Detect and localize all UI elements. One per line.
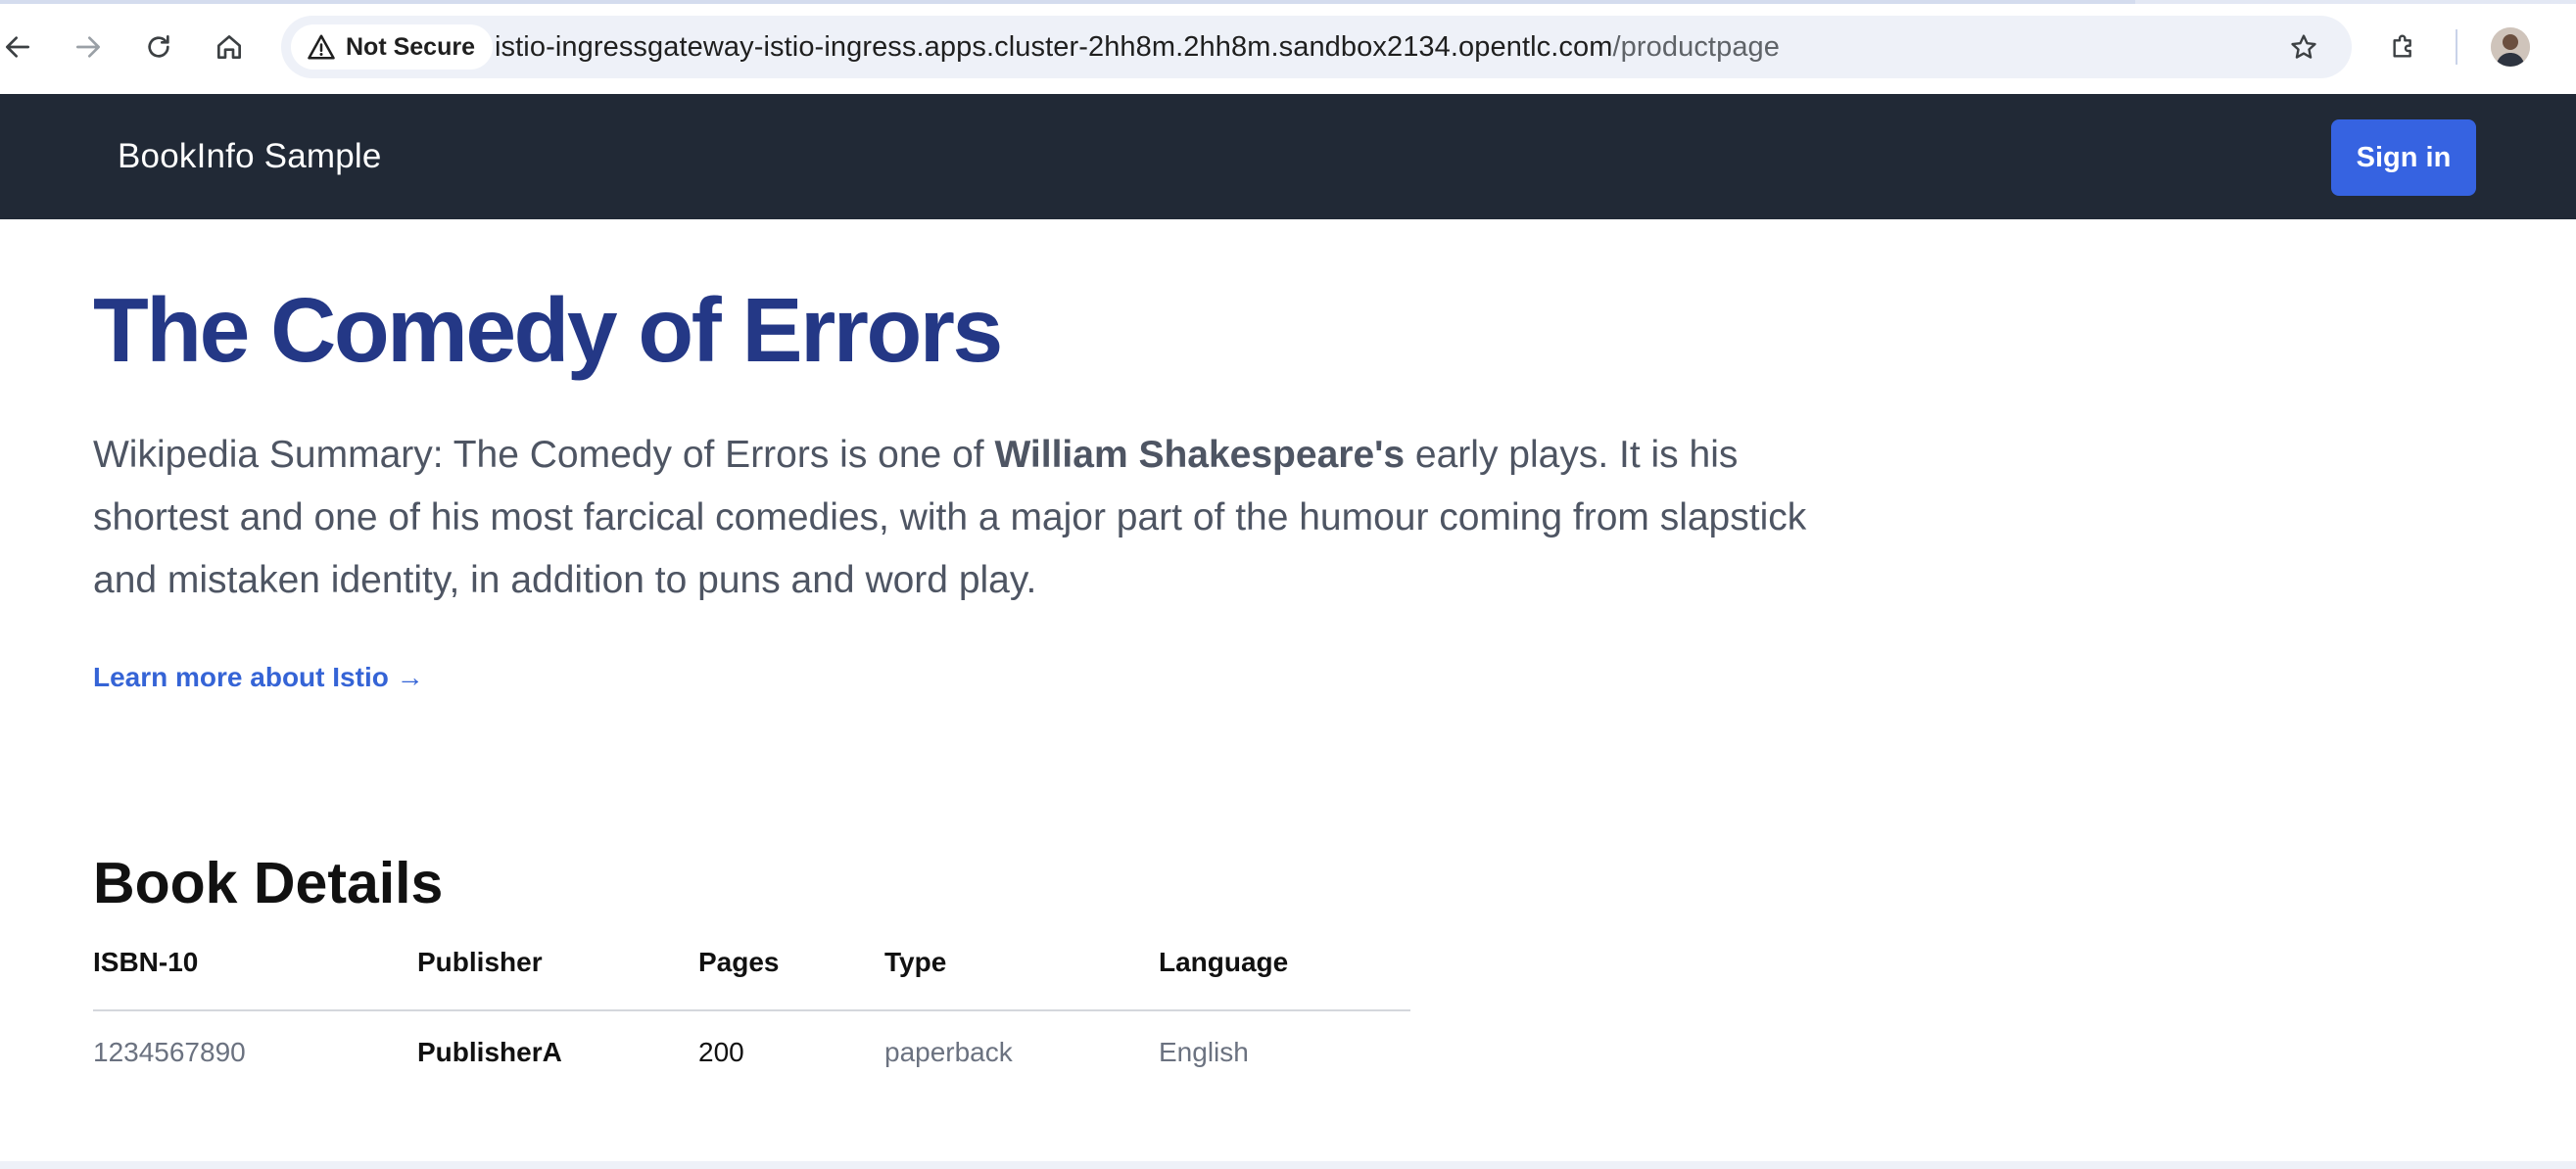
brand-title[interactable]: BookInfo Sample <box>118 94 382 219</box>
summary-prefix: Wikipedia Summary: The Comedy of Errors … <box>93 434 995 476</box>
address-bar[interactable]: Not Secure istio-ingressgateway-istio-in… <box>281 16 2352 78</box>
security-chip-label: Not Secure <box>346 32 475 61</box>
book-details-heading: Book Details <box>93 851 444 915</box>
app-header: BookInfo Sample Sign in <box>0 94 2576 219</box>
cell-isbn: 1234567890 <box>93 1036 246 1067</box>
toolbar-divider <box>2456 29 2457 65</box>
column-header-pages: Pages <box>698 936 884 1011</box>
warning-triangle-icon <box>308 34 335 60</box>
sign-in-button[interactable]: Sign in <box>2331 119 2476 196</box>
back-arrow-icon <box>6 36 29 58</box>
table-row: 1234567890 PublisherA 200 paperback Engl… <box>93 1010 1410 1093</box>
product-summary: Wikipedia Summary: The Comedy of Errors … <box>93 424 1876 612</box>
column-header-type: Type <box>884 936 1159 1011</box>
reload-button[interactable] <box>135 23 182 70</box>
column-header-publisher: Publisher <box>417 936 698 1011</box>
url-text[interactable]: istio-ingressgateway-istio-ingress.apps.… <box>495 16 1780 78</box>
page-title: The Comedy of Errors <box>93 279 1003 381</box>
back-button[interactable] <box>0 23 41 70</box>
bookmark-button[interactable] <box>2280 23 2327 70</box>
avatar[interactable] <box>2491 27 2530 67</box>
star-icon <box>2291 34 2316 59</box>
forward-arrow-icon <box>76 36 100 58</box>
profile-picture <box>2491 27 2530 67</box>
reload-icon <box>148 35 169 58</box>
bottom-edge <box>0 1161 2576 1169</box>
cell-language: English <box>1159 1036 1249 1067</box>
cell-type: paperback <box>884 1036 1013 1067</box>
url-path: /productpage <box>1612 30 1780 63</box>
url-host: istio-ingressgateway-istio-ingress.apps.… <box>495 30 1613 63</box>
cell-publisher: PublisherA <box>417 1036 562 1067</box>
book-details-table: ISBN-10 Publisher Pages Type Language 12… <box>93 936 1410 1093</box>
puzzle-icon <box>2393 34 2411 58</box>
learn-more-link[interactable]: Learn more about Istio → <box>93 662 424 693</box>
cell-pages: 200 <box>698 1036 744 1067</box>
table-header-row: ISBN-10 Publisher Pages Type Language <box>93 936 1410 1011</box>
browser-toolbar: Not Secure istio-ingressgateway-istio-in… <box>0 0 2576 94</box>
tab-strip <box>0 0 2576 4</box>
home-button[interactable] <box>206 23 253 70</box>
home-icon <box>217 35 241 59</box>
extensions-button[interactable] <box>2380 23 2427 70</box>
forward-button[interactable] <box>65 23 112 70</box>
column-header-language: Language <box>1159 936 1410 1011</box>
summary-author: William Shakespeare's <box>994 434 1406 476</box>
security-chip[interactable]: Not Secure <box>291 24 493 70</box>
column-header-isbn: ISBN-10 <box>93 936 417 1011</box>
